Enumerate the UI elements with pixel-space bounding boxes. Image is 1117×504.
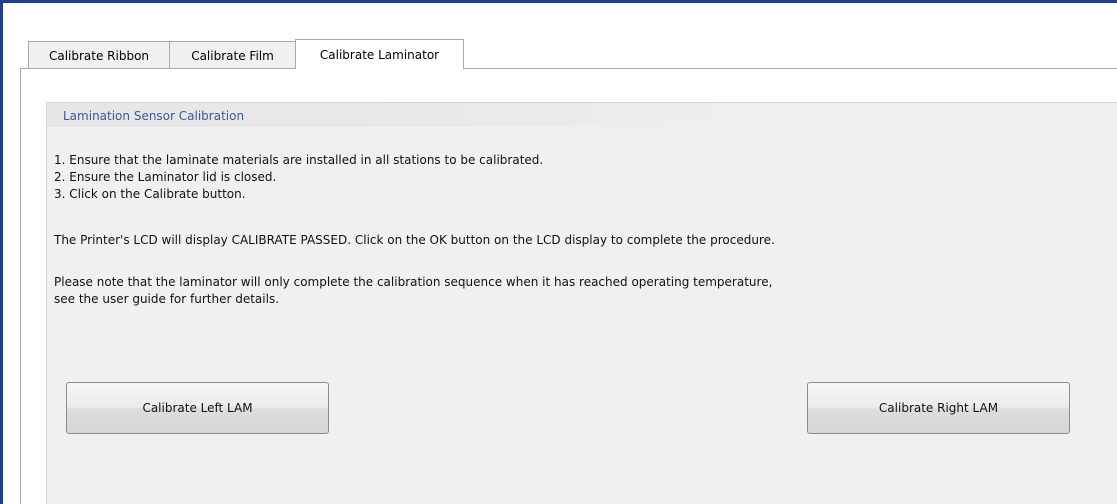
tab-label: Calibrate Film — [191, 48, 274, 63]
window-frame-top — [0, 0, 1117, 3]
instruction-step-3: 3. Click on the Calibrate button. — [54, 187, 246, 201]
tab-strip: Calibrate Ribbon Calibrate Film Calibrat… — [28, 39, 464, 69]
temperature-note-line-2: see the user guide for further details. — [54, 292, 280, 306]
lcd-note: The Printer's LCD will display CALIBRATE… — [54, 233, 775, 247]
calibrate-right-lam-button[interactable]: Calibrate Right LAM — [807, 382, 1070, 434]
lamination-sensor-calibration-group: Lamination Sensor Calibration 1. Ensure … — [46, 102, 1117, 504]
tab-calibrate-laminator[interactable]: Calibrate Laminator — [295, 39, 464, 69]
instruction-step-2: 2. Ensure the Laminator lid is closed. — [54, 170, 277, 184]
tab-calibrate-ribbon[interactable]: Calibrate Ribbon — [28, 41, 170, 69]
temperature-note-line-1: Please note that the laminator will only… — [54, 275, 773, 289]
window-frame-left — [0, 0, 3, 504]
tab-panel-border — [20, 68, 21, 504]
calibrate-left-lam-button[interactable]: Calibrate Left LAM — [66, 382, 329, 434]
tab-label: Calibrate Laminator — [319, 47, 440, 62]
instruction-step-1: 1. Ensure that the laminate materials ar… — [54, 153, 544, 167]
tab-calibrate-film[interactable]: Calibrate Film — [169, 41, 296, 69]
group-header: Lamination Sensor Calibration — [47, 103, 757, 127]
tab-label: Calibrate Ribbon — [48, 48, 150, 63]
group-title: Lamination Sensor Calibration — [63, 109, 245, 123]
